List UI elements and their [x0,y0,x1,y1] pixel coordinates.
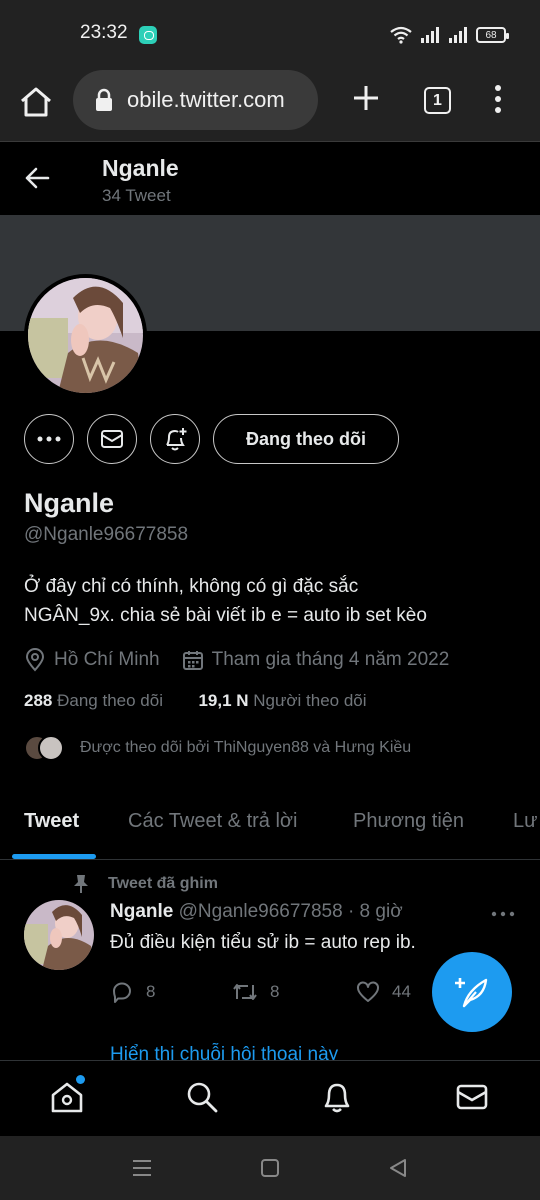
back-triangle-icon[interactable] [386,1156,410,1180]
message-button[interactable] [87,414,137,464]
profile-stats: 288 Đang theo dõi 19,1 N Người theo dõi [24,691,367,711]
recent-apps-icon[interactable] [130,1156,154,1180]
nav-home[interactable] [49,1079,85,1115]
browser-toolbar: obile.twitter.com 1 [0,66,540,142]
status-bar: 23:32 68 [0,0,540,66]
profile-handle: @Nganle96677858 [24,524,189,545]
bio-line: Ở đây chỉ có thính, không có gì đặc sắc [24,576,359,597]
following-button[interactable]: Đang theo dõi [213,414,399,464]
avatar [38,735,64,761]
avatar-photo [24,900,94,970]
tab-tweets-replies[interactable]: Các Tweet & trả lời [128,810,297,833]
profile-meta: Hồ Chí Minh Tham gia tháng 4 năm 2022 [24,646,449,674]
mail-icon [456,1084,488,1110]
calendar-icon [182,651,203,670]
reply-count: 8 [146,982,156,1001]
status-icons: 68 [390,24,509,46]
mail-icon [101,430,123,448]
more-options-button[interactable] [24,414,74,464]
followers-label: Người theo dõi [253,691,367,710]
status-time: 23:32 [80,22,128,43]
home-icon[interactable] [18,84,54,120]
battery-icon: 68 [476,27,509,43]
avatar-photo [28,278,143,393]
bell-plus-icon [166,428,187,451]
heart-icon [357,981,379,1002]
retweet-icon [233,984,257,1000]
home-icon [51,1082,83,1113]
signal-icon [421,27,439,43]
android-nav-bar [0,1136,540,1200]
tweet-author-name[interactable]: Nganle [110,901,173,922]
tweet-text: Đủ điều kiện tiểu sử ib = auto rep ib. [110,932,416,953]
active-tab-indicator [12,854,96,859]
messenger-icon [139,26,157,44]
like-count: 44 [392,982,411,1001]
nav-messages[interactable] [454,1079,490,1115]
like-button[interactable]: 44 [356,977,411,1007]
following-link[interactable]: 288 Đang theo dõi [24,691,163,710]
followers-count: 19,1 N [198,691,249,710]
reply-button[interactable]: 8 [110,977,155,1007]
more-horizontal-icon[interactable] [490,904,516,924]
nav-notifications[interactable] [319,1079,355,1115]
following-count: 288 [24,691,53,710]
url-bar[interactable]: obile.twitter.com [73,70,318,130]
bottom-nav [0,1060,540,1136]
pinned-label-row: Tweet đã ghim [72,872,218,896]
retweet-count: 8 [270,982,280,1001]
profile-bio: Ở đây chỉ có thính, không có gì đặc sắc … [24,572,524,630]
tweet-header: Nganle @Nganle96677858 · 8 giờ [110,901,403,923]
profile-location: Hồ Chí Minh [54,649,160,670]
followed-by-text: Được theo dõi bởi ThiNguyen88 và Hưng Ki… [80,739,412,756]
location-pin-icon [25,648,45,672]
pin-icon [74,875,88,893]
header-tweet-count: 34 Tweet [102,186,171,205]
more-vertical-icon[interactable] [489,84,507,114]
more-horizontal-icon [37,436,61,442]
header-title: Nganle [102,155,179,181]
url-text[interactable]: obile.twitter.com [127,87,285,113]
back-arrow-icon[interactable] [24,165,50,191]
notify-button[interactable] [150,414,200,464]
tab-likes[interactable]: Lư [513,810,538,833]
profile-avatar[interactable] [24,274,147,397]
followers-link[interactable]: 19,1 N Người theo dõi [198,691,366,710]
compose-tweet-button[interactable] [432,952,512,1032]
compose-feather-icon [455,978,488,1008]
tweet-handle-time: @Nganle96677858 · 8 giờ [178,901,403,922]
retweet-button[interactable]: 8 [232,977,279,1007]
follower-avatars [24,735,66,761]
bell-icon [324,1083,350,1113]
reply-icon [113,982,131,1003]
tab-media[interactable]: Phương tiện [353,810,464,833]
search-icon [187,1082,218,1113]
profile-display-name: Nganle [24,488,115,518]
tab-switcher-button[interactable]: 1 [424,87,451,114]
bio-line: NGÂN_9x. chia sẻ bài viết ib e = auto ib… [24,605,427,626]
lock-icon[interactable] [93,88,115,112]
pinned-label: Tweet đã ghim [108,875,218,892]
new-tab-icon[interactable] [352,84,380,112]
followed-by-row[interactable]: Được theo dõi bởi ThiNguyen88 và Hưng Ki… [24,734,411,762]
wifi-icon [390,26,412,44]
tweet-avatar[interactable] [24,900,94,970]
following-label: Đang theo dõi [57,691,163,710]
nav-search[interactable] [184,1079,220,1115]
home-unread-dot [76,1075,85,1084]
profile-header: Nganle 34 Tweet [0,143,540,215]
tab-tweets[interactable]: Tweet [24,810,79,833]
profile-joined-date: Tham gia tháng 4 năm 2022 [211,649,450,670]
profile-tabs: Tweet Các Tweet & trả lời Phương tiện Lư [0,790,540,860]
signal-icon [449,27,467,43]
home-button-icon[interactable] [258,1156,282,1180]
